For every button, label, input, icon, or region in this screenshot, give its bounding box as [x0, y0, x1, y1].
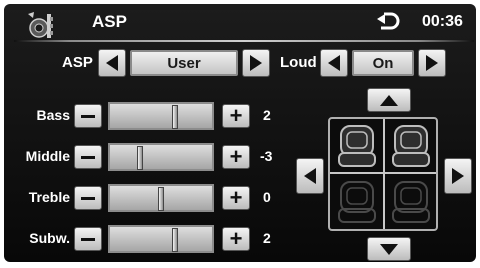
car-seat-icon: [392, 125, 430, 167]
left-arrow-icon: [106, 55, 118, 71]
level-slider[interactable]: [108, 102, 214, 130]
right-arrow-icon: [250, 55, 262, 71]
left-arrow-icon: [328, 55, 340, 71]
header-bar: ASP 00:36: [4, 4, 476, 44]
page-title: ASP: [92, 12, 127, 31]
asp-next-button[interactable]: [242, 49, 270, 77]
decrease-button[interactable]: [74, 145, 102, 169]
decrease-button[interactable]: [74, 104, 102, 128]
balance-right-button[interactable]: [444, 158, 472, 194]
car-seat-icon: [392, 181, 430, 223]
clock: 00:36: [422, 13, 463, 30]
plus-icon: +: [229, 185, 243, 210]
car-seat-icon: [338, 125, 376, 167]
eq-label: Middle: [25, 148, 70, 164]
plus-icon: +: [229, 103, 243, 128]
asp-prev-button[interactable]: [98, 49, 126, 77]
loud-next-button[interactable]: [418, 49, 446, 77]
asp-screen: ASP 00:36 ASP User Loud On Bass + 2 Midd: [0, 0, 480, 268]
up-arrow-icon: [380, 94, 398, 106]
level-slider[interactable]: [108, 225, 214, 253]
balance-left-button[interactable]: [296, 158, 324, 194]
plus-icon: +: [229, 226, 243, 251]
asp-logo-icon: [28, 12, 53, 38]
balance-up-button[interactable]: [367, 88, 411, 112]
balance-down-button[interactable]: [367, 237, 411, 261]
left-arrow-icon: [304, 168, 316, 184]
slider-knob[interactable]: [172, 228, 178, 252]
eq-label: Bass: [36, 107, 70, 123]
eq-label: Subw.: [29, 230, 70, 246]
loud-label: Loud: [280, 54, 317, 71]
eq-label: Treble: [28, 189, 70, 205]
car-seat-icon: [338, 181, 376, 223]
right-arrow-icon: [452, 168, 464, 184]
right-arrow-icon: [426, 55, 438, 71]
level-slider[interactable]: [108, 184, 214, 212]
loud-prev-button[interactable]: [320, 49, 348, 77]
level-value: 2: [263, 230, 271, 246]
increase-button[interactable]: +: [222, 186, 250, 210]
asp-value-field: User: [130, 50, 238, 76]
header-divider: [14, 40, 474, 42]
slider-knob[interactable]: [137, 146, 143, 170]
loud-value-field: On: [352, 50, 414, 76]
pad-horizontal-divider: [330, 172, 436, 174]
pad-vertical-divider: [383, 119, 385, 229]
balance-pad[interactable]: [328, 117, 438, 231]
down-arrow-icon: [380, 243, 398, 255]
level-slider[interactable]: [108, 143, 214, 171]
level-value: 0: [263, 189, 271, 205]
increase-button[interactable]: +: [222, 145, 250, 169]
decrease-button[interactable]: [74, 186, 102, 210]
level-value: -3: [260, 148, 273, 164]
back-arrow-icon[interactable]: [375, 10, 401, 34]
increase-button[interactable]: +: [222, 227, 250, 251]
slider-knob[interactable]: [172, 105, 178, 129]
increase-button[interactable]: +: [222, 104, 250, 128]
slider-knob[interactable]: [158, 187, 164, 211]
level-value: 2: [263, 107, 271, 123]
asp-label: ASP: [62, 54, 93, 71]
plus-icon: +: [229, 144, 243, 169]
decrease-button[interactable]: [74, 227, 102, 251]
